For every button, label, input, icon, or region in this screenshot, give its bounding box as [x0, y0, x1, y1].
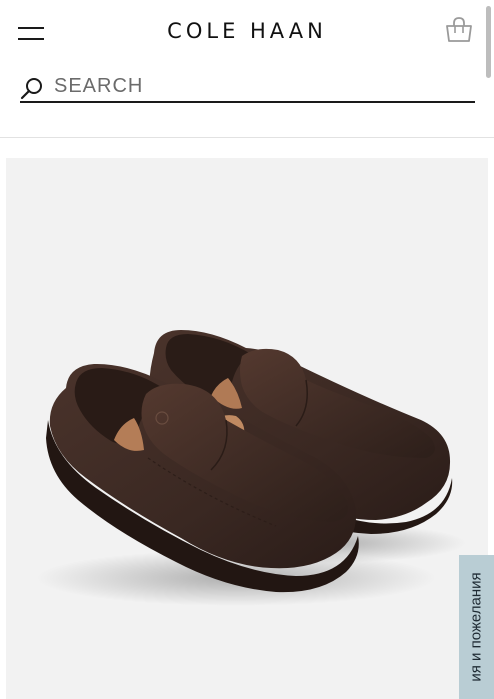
feedback-label: ия и пожелания [467, 572, 485, 682]
feedback-tab[interactable]: ия и пожелания [459, 555, 494, 699]
search-icon[interactable] [20, 76, 44, 100]
product-image[interactable] [6, 158, 488, 699]
page: COLE HAAN SEARCH ия и пожелания [0, 0, 494, 699]
brand-logo[interactable]: COLE HAAN [0, 19, 494, 43]
search-bar[interactable] [20, 72, 475, 103]
loafer-shoes-image [36, 330, 466, 606]
search-input[interactable] [54, 73, 464, 99]
site-header: COLE HAAN [0, 0, 494, 138]
shopping-bag-icon[interactable] [444, 16, 474, 44]
scrollbar[interactable] [486, 6, 491, 78]
